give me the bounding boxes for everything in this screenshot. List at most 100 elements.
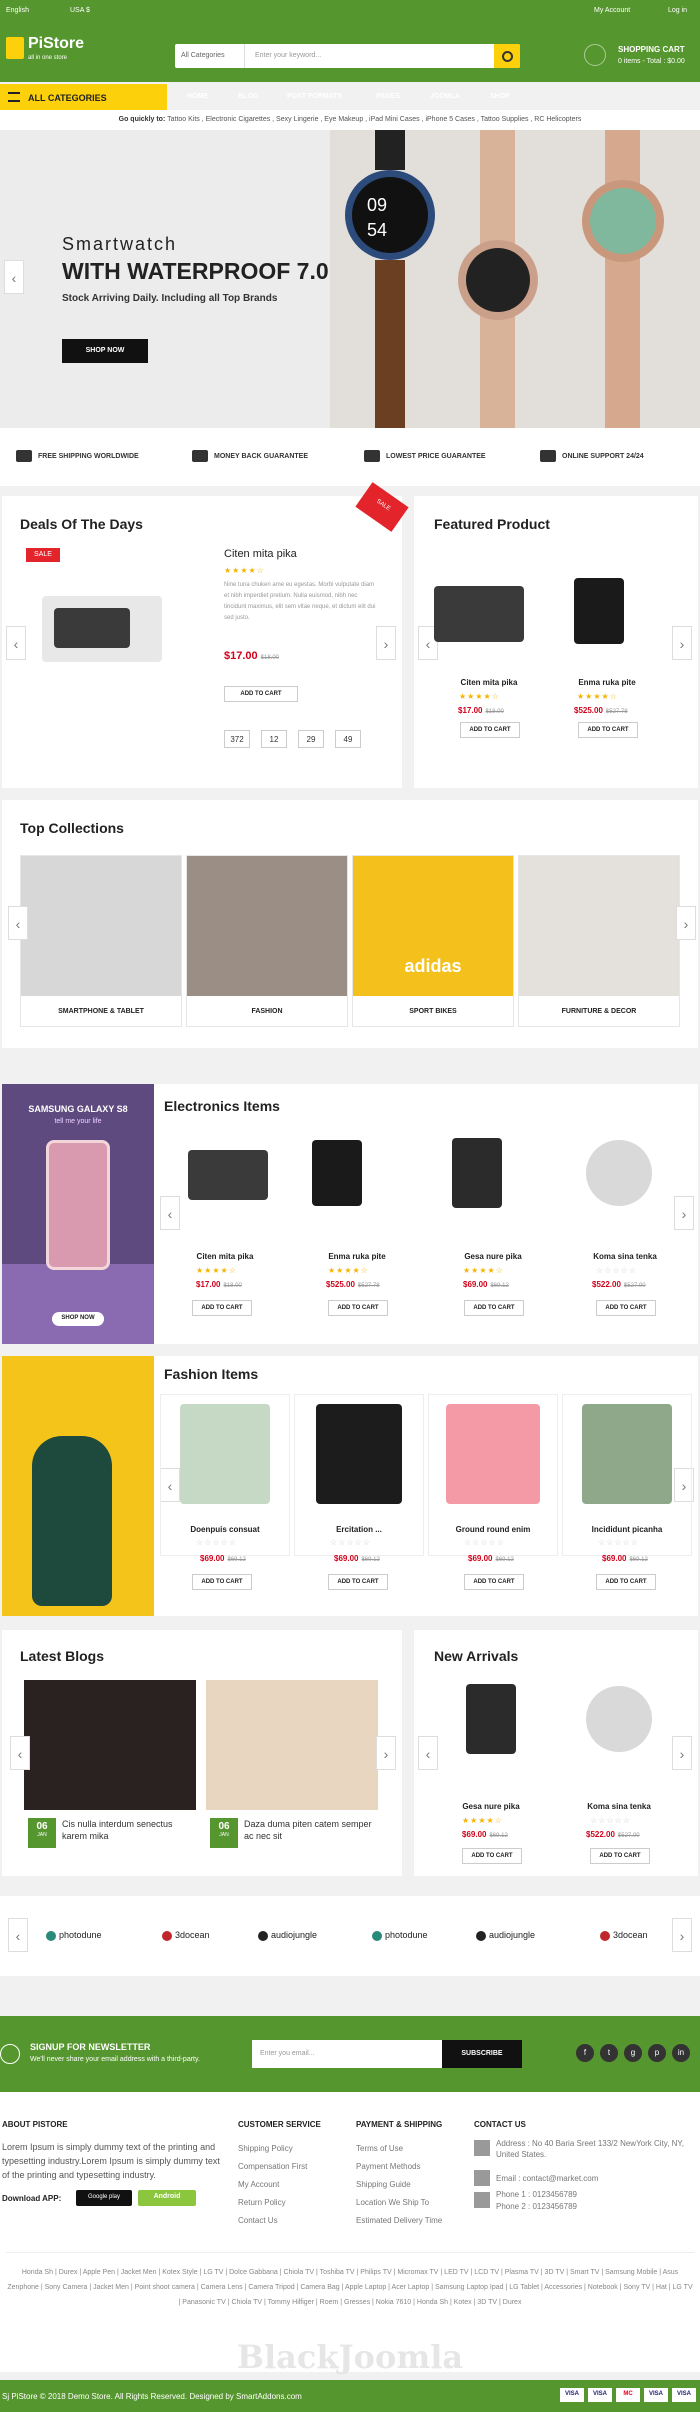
chevron-left-icon[interactable]: ‹ (160, 1196, 180, 1230)
blog-image-1[interactable] (24, 1680, 196, 1810)
footer-link[interactable]: Return Policy (238, 2198, 286, 2207)
google-play-button[interactable]: Google play (76, 2190, 132, 2206)
footer-link[interactable]: Compensation First (238, 2162, 307, 2171)
product-name[interactable]: Enma ruka pite (302, 1252, 412, 1261)
product-image[interactable] (180, 1404, 270, 1504)
product-name[interactable]: Doenpuis consuat (170, 1525, 280, 1534)
add-to-cart-button[interactable]: ADD TO CART (596, 1574, 656, 1590)
footer-link[interactable]: Terms of Use (356, 2144, 403, 2153)
add-to-cart-button[interactable]: ADD TO CART (464, 1574, 524, 1590)
footer-link[interactable]: My Account (238, 2180, 279, 2189)
language-selector[interactable]: English (6, 7, 29, 14)
blog-image-2[interactable] (206, 1680, 378, 1810)
nav-post-formats[interactable]: POST FORMATS (287, 93, 342, 100)
add-to-cart-button[interactable]: ADD TO CART (464, 1300, 524, 1316)
product-image[interactable] (582, 1404, 672, 1504)
footer-link[interactable]: Payment Methods (356, 2162, 420, 2171)
chevron-right-icon[interactable]: › (672, 626, 692, 660)
product-name[interactable]: Incididunt picanha (572, 1525, 682, 1534)
chevron-right-icon[interactable]: › (376, 626, 396, 660)
chevron-right-icon[interactable]: › (676, 906, 696, 940)
add-to-cart-button[interactable]: ADD TO CART (328, 1300, 388, 1316)
deal-add-to-cart-button[interactable]: ADD TO CART (224, 686, 298, 702)
product-image[interactable] (188, 1150, 268, 1200)
brand-logo[interactable]: photodune (46, 1930, 102, 1941)
chevron-right-icon[interactable]: › (672, 1736, 692, 1770)
featured-add-to-cart-2[interactable]: ADD TO CART (578, 722, 638, 738)
brand-logo[interactable]: audiojungle (476, 1930, 535, 1941)
featured-image-1[interactable] (434, 586, 524, 642)
product-image[interactable] (586, 1140, 652, 1206)
footer-link[interactable]: Estimated Delivery Time (356, 2216, 442, 2225)
chevron-left-icon[interactable]: ‹ (8, 906, 28, 940)
collection-sport-bikes[interactable]: adidas SPORT BIKES (352, 855, 514, 1027)
twitter-icon[interactable]: t (600, 2044, 618, 2062)
search-input[interactable]: Enter your keyword... (255, 52, 321, 59)
login-link[interactable]: Log in (668, 7, 687, 14)
add-to-cart-button[interactable]: ADD TO CART (192, 1574, 252, 1590)
product-image[interactable] (452, 1138, 502, 1208)
product-name[interactable]: Gesa nure pika (436, 1802, 546, 1811)
footer-link[interactable]: Shipping Policy (238, 2144, 293, 2153)
product-name[interactable]: Ercitation ... (304, 1525, 414, 1534)
newsletter-email-input[interactable]: Enter you email... (252, 2040, 442, 2068)
google-plus-icon[interactable]: g (624, 2044, 642, 2062)
my-account-link[interactable]: My Account (594, 7, 630, 14)
add-to-cart-button[interactable]: ADD TO CART (462, 1848, 522, 1864)
tag-links[interactable]: Honda Sh | Durex | Apple Pen | Jacket Me… (6, 2252, 694, 2310)
featured-image-2[interactable] (574, 578, 624, 644)
nav-pages[interactable]: PAGES (376, 93, 400, 100)
contact-email[interactable]: Email : contact@market.com (496, 2174, 598, 2183)
add-to-cart-button[interactable]: ADD TO CART (192, 1300, 252, 1316)
featured-add-to-cart-1[interactable]: ADD TO CART (460, 722, 520, 738)
linkedin-icon[interactable]: in (672, 2044, 690, 2062)
search-category-select[interactable]: All Categories (175, 44, 245, 68)
subscribe-button[interactable]: SUBSCRIBE (442, 2040, 522, 2068)
product-image[interactable] (586, 1686, 652, 1752)
blog-title-2[interactable]: Daza duma piten catem semper ac nec sit (244, 1818, 374, 1842)
brand-logo[interactable]: 3docean (162, 1930, 210, 1941)
product-image[interactable] (316, 1404, 402, 1504)
chevron-left-icon[interactable]: ‹ (8, 1918, 28, 1952)
pinterest-icon[interactable]: p (648, 2044, 666, 2062)
collection-smartphone[interactable]: SMARTPHONE & TABLET (20, 855, 182, 1027)
brand-logo[interactable]: audiojungle (258, 1930, 317, 1941)
nav-shop[interactable]: SHOP (490, 93, 510, 100)
product-image[interactable] (312, 1140, 362, 1206)
android-button[interactable]: Android (138, 2190, 196, 2206)
add-to-cart-button[interactable]: ADD TO CART (590, 1848, 650, 1864)
blog-title-1[interactable]: Cis nulla interdum senectus karem mika (62, 1818, 192, 1842)
facebook-icon[interactable]: f (576, 2044, 594, 2062)
brand-logo[interactable]: 3docean (600, 1930, 648, 1941)
brand-logo[interactable]: photodune (372, 1930, 428, 1941)
currency-selector[interactable]: USA $ (70, 7, 90, 14)
chevron-left-icon[interactable]: ‹ (418, 1736, 438, 1770)
nav-home[interactable]: HOME (187, 93, 208, 100)
chevron-right-icon[interactable]: › (672, 1918, 692, 1952)
product-image[interactable] (446, 1404, 540, 1504)
shop-now-button[interactable]: SHOP NOW (62, 339, 148, 363)
chevron-left-icon[interactable]: ‹ (6, 626, 26, 660)
chevron-left-icon[interactable]: ‹ (10, 1736, 30, 1770)
search-icon[interactable] (494, 44, 520, 68)
featured-name-1[interactable]: Citen mita pika (434, 678, 544, 687)
nav-blog[interactable]: BLOG (238, 93, 258, 100)
nav-joomla[interactable]: JOOMLA (430, 93, 460, 100)
add-to-cart-button[interactable]: ADD TO CART (596, 1300, 656, 1316)
chevron-left-icon[interactable]: ‹ (4, 260, 24, 294)
deal-product-name[interactable]: Citen mita pika (224, 548, 297, 560)
add-to-cart-button[interactable]: ADD TO CART (328, 1574, 388, 1590)
footer-link[interactable]: Contact Us (238, 2216, 278, 2225)
quick-links-list[interactable]: Tattoo Kits , Electronic Cigarettes , Se… (167, 116, 581, 123)
product-name[interactable]: Ground round enim (438, 1525, 548, 1534)
all-categories-button[interactable]: ALL CATEGORIES (0, 84, 167, 110)
product-name[interactable]: Citen mita pika (170, 1252, 280, 1261)
banner-shop-now-button[interactable]: SHOP NOW (52, 1312, 104, 1326)
product-name[interactable]: Koma sina tenka (564, 1802, 674, 1811)
product-name[interactable]: Koma sina tenka (570, 1252, 680, 1261)
collection-furniture[interactable]: FURNITURE & DECOR (518, 855, 680, 1027)
chevron-right-icon[interactable]: › (674, 1196, 694, 1230)
collection-fashion[interactable]: FASHION (186, 855, 348, 1027)
featured-name-2[interactable]: Enma ruka pite (552, 678, 662, 687)
shopping-cart[interactable]: SHOPPING CART 0 items - Total : $0.00 (584, 40, 700, 72)
